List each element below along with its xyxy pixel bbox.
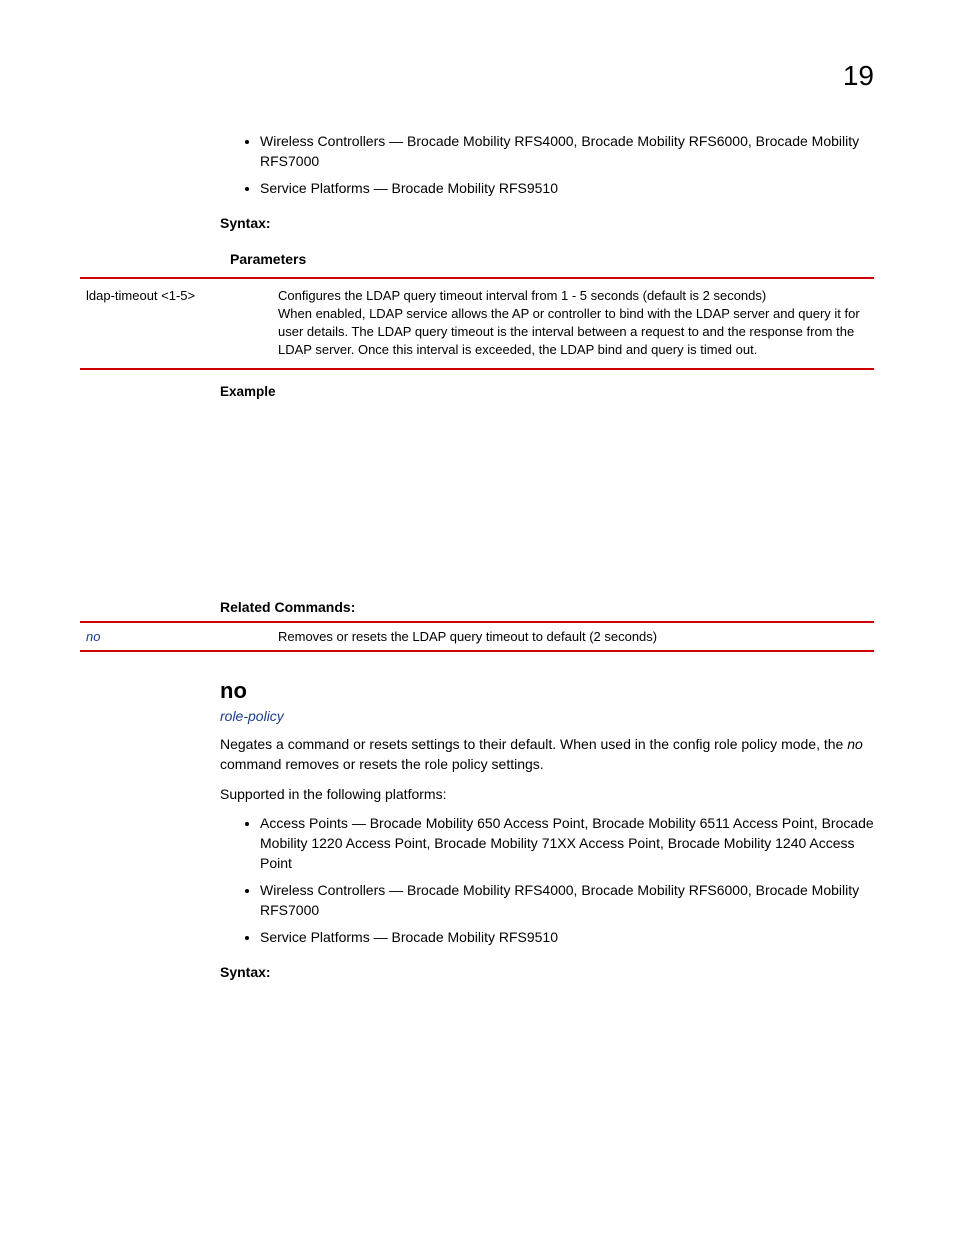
italic-no: no — [847, 736, 863, 752]
platform-list-no: Access Points — Brocade Mobility 650 Acc… — [220, 814, 874, 948]
no-command-heading: no — [220, 678, 874, 704]
param-desc: Configures the LDAP query timeout interv… — [272, 278, 874, 369]
list-item: Wireless Controllers — Brocade Mobility … — [260, 132, 874, 171]
para-text: Negates a command or resets settings to … — [220, 736, 847, 752]
list-item: Service Platforms — Brocade Mobility RFS… — [260, 928, 874, 948]
main-content: Wireless Controllers — Brocade Mobility … — [220, 132, 874, 980]
syntax-heading-no: Syntax: — [220, 964, 874, 980]
syntax-heading: Syntax: — [220, 215, 874, 231]
parameters-table: ldap-timeout <1-5> Configures the LDAP q… — [80, 277, 874, 370]
related-commands-table: no Removes or resets the LDAP query time… — [80, 621, 874, 652]
platform-list-top: Wireless Controllers — Brocade Mobility … — [220, 132, 874, 199]
param-desc-line1: Configures the LDAP query timeout interv… — [278, 288, 766, 303]
role-policy-link[interactable]: role-policy — [220, 708, 874, 724]
page-number: 19 — [80, 60, 874, 92]
param-desc-line2: When enabled, LDAP service allows the AP… — [278, 306, 860, 357]
related-key[interactable]: no — [80, 622, 272, 651]
supported-platforms-para: Supported in the following platforms: — [220, 784, 874, 804]
example-heading: Example — [220, 384, 874, 399]
para-text: command removes or resets the role polic… — [220, 756, 544, 772]
param-key: ldap-timeout <1-5> — [80, 278, 272, 369]
parameters-heading: Parameters — [220, 251, 874, 267]
related-desc: Removes or resets the LDAP query timeout… — [272, 622, 874, 651]
list-item: Wireless Controllers — Brocade Mobility … — [260, 881, 874, 920]
related-commands-heading: Related Commands: — [220, 599, 874, 615]
list-item: Service Platforms — Brocade Mobility RFS… — [260, 179, 874, 199]
page: 19 Wireless Controllers — Brocade Mobili… — [0, 0, 954, 1056]
no-description-para: Negates a command or resets settings to … — [220, 734, 874, 775]
list-item: Access Points — Brocade Mobility 650 Acc… — [260, 814, 874, 873]
example-spacer — [220, 405, 874, 585]
